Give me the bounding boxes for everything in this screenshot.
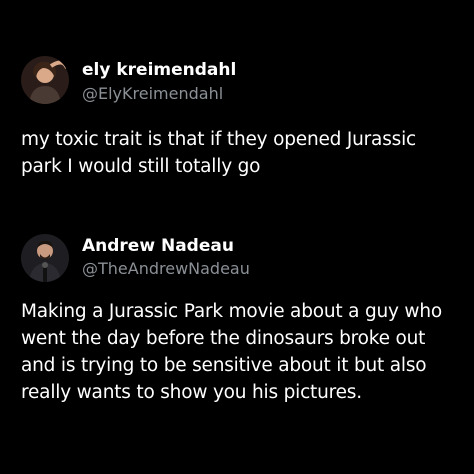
avatar-photo-icon xyxy=(21,234,69,282)
avatar-photo-icon xyxy=(21,56,69,104)
tweet-text-line: and is trying to be sensitive about it b… xyxy=(21,355,427,376)
author-name[interactable]: ely kreimendahl xyxy=(82,60,236,80)
tweet-text: Making a Jurassic Park movie about a guy… xyxy=(21,298,442,406)
author-handle[interactable]: @ElyKreimendahl xyxy=(82,84,223,104)
author-name[interactable]: Andrew Nadeau xyxy=(82,236,234,256)
tweet-text-line: park I would still totally go xyxy=(21,156,261,177)
tweet-text-line: Making a Jurassic Park movie about a guy… xyxy=(21,301,443,322)
tweet-text-line: really wants to show you his pictures. xyxy=(21,382,362,403)
author-handle[interactable]: @TheAndrewNadeau xyxy=(82,259,250,279)
tweet-text-line: went the day before the dinosaurs broke … xyxy=(21,328,426,349)
tweet-text: my toxic trait is that if they opened Ju… xyxy=(21,126,416,180)
tweet-text-line: my toxic trait is that if they opened Ju… xyxy=(21,129,416,150)
avatar-andrew[interactable] xyxy=(21,234,69,282)
avatar-ely[interactable] xyxy=(21,56,69,104)
